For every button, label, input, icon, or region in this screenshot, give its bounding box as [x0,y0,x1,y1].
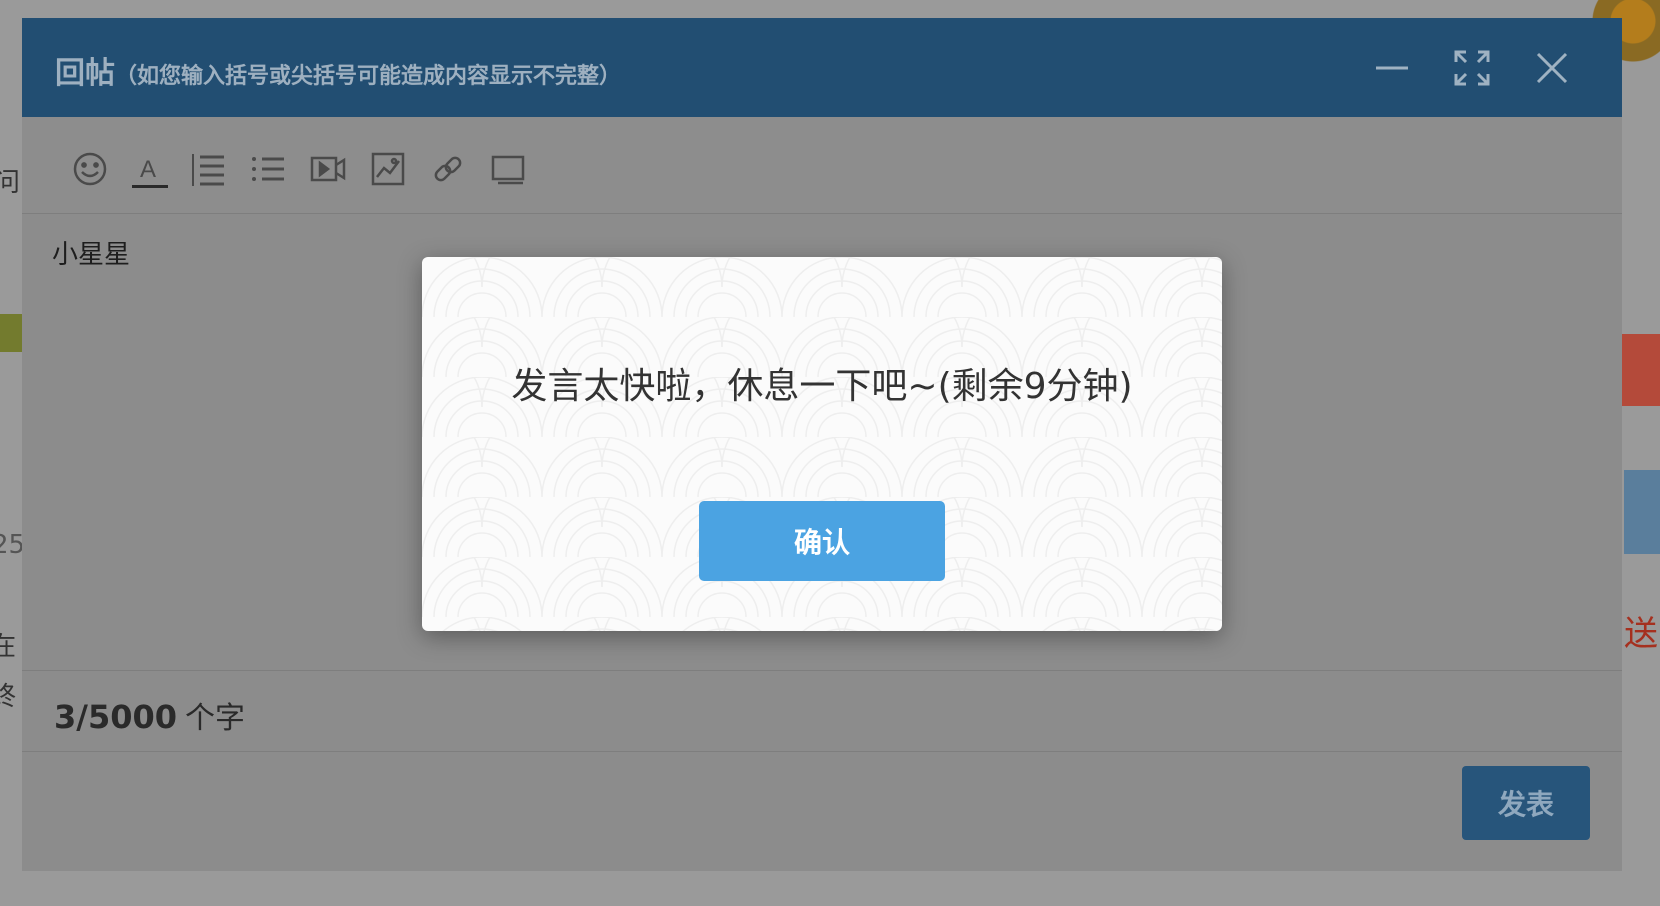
editor-content: 小星星 [52,240,131,270]
text-color-icon[interactable]: A [130,151,168,188]
fullscreen-icon[interactable] [1452,48,1492,88]
background-banner-right [1622,334,1660,406]
background-left-fragment-3: 在 [0,632,17,662]
image-icon[interactable] [370,151,406,187]
char-unit: 个字 [185,701,246,736]
svg-text:A: A [140,156,156,183]
dialog-message: 发言太快啦，休息一下吧~(剩余9分钟) [511,366,1133,407]
ordered-list-icon[interactable] [190,151,226,187]
window-title-main: 回帖 [55,56,115,91]
background-left-fragment-4: 终 [0,682,17,712]
rate-limit-dialog: 发言太快啦，休息一下吧~(剩余9分钟) 确认 [422,257,1222,631]
editor-toolbar: A [22,117,1622,214]
char-counter-row: 3/5000 个字 [22,670,1622,752]
window-title: 回帖（如您输入括号或尖括号可能造成内容显示不完整） [55,48,621,92]
background-right-text: 送 [1624,614,1658,654]
char-counter: 3/5000 个字 [54,693,245,737]
background-banner-left [0,314,22,352]
background-chart-fragment [1624,470,1660,554]
minimize-icon[interactable] [1372,48,1412,88]
unordered-list-icon[interactable] [250,151,286,187]
video-icon[interactable] [310,151,346,187]
emoji-icon[interactable] [72,151,108,187]
close-icon[interactable] [1532,48,1572,88]
window-header: 回帖（如您输入括号或尖括号可能造成内容显示不完整） [22,18,1622,117]
folder-icon[interactable] [490,151,526,187]
window-title-subtitle: （如您输入括号或尖括号可能造成内容显示不完整） [115,64,622,89]
confirm-button[interactable]: 确认 [699,501,945,581]
char-count: 3/5000 [54,698,178,736]
submit-button[interactable]: 发表 [1462,766,1590,840]
background-left-fragment-1: 问 [0,168,21,198]
link-icon[interactable] [430,151,466,187]
